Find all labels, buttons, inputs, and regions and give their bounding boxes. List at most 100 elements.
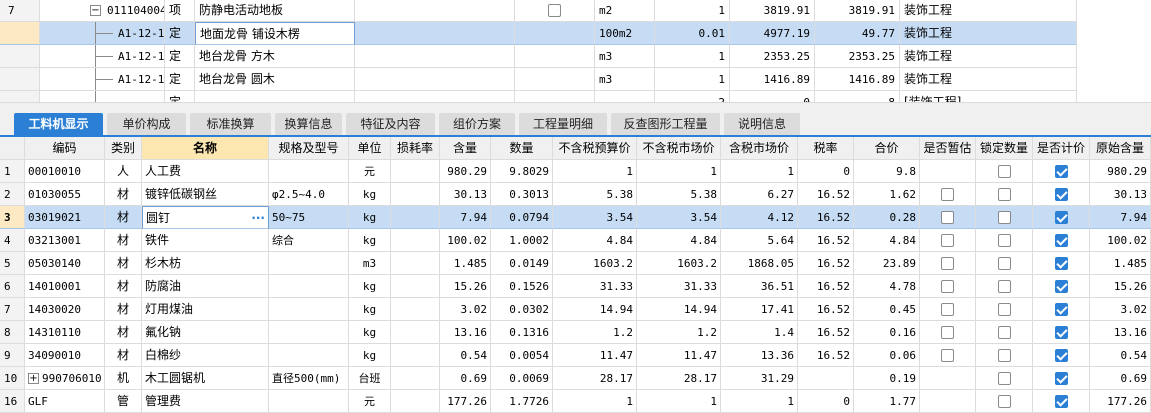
item-type[interactable]: 定 <box>165 45 195 68</box>
is-priced[interactable] <box>1033 183 1090 206</box>
tab-standard-conversion[interactable]: 标准换算 <box>190 113 271 135</box>
content-amount[interactable]: 980.29 <box>440 160 491 183</box>
item-unit-price[interactable]: 3819.91 <box>730 0 815 22</box>
item-flag[interactable] <box>515 22 595 45</box>
tax-market-price[interactable]: 1.4 <box>721 321 798 344</box>
row-index[interactable]: 2 <box>0 183 25 206</box>
is-provisional[interactable] <box>920 390 976 413</box>
pre-tax-market-price[interactable]: 31.33 <box>637 275 721 298</box>
total-price[interactable]: 4.78 <box>854 275 920 298</box>
tax-rate[interactable]: 16.52 <box>798 206 854 229</box>
pre-tax-budget-price[interactable]: 14.94 <box>553 298 637 321</box>
resource-type[interactable]: 人 <box>105 160 142 183</box>
column-header-resource-code[interactable]: 编码 <box>25 137 105 160</box>
horizontal-scrollbar[interactable] <box>0 102 1151 110</box>
quantity[interactable]: 0.1316 <box>491 321 553 344</box>
lock-quantity-checkbox[interactable] <box>997 257 1011 270</box>
original-content[interactable]: 980.29 <box>1090 160 1151 183</box>
item-total[interactable]: 1416.89 <box>815 68 900 91</box>
column-header-pre-tax-market-price[interactable]: 不含税市场价 <box>637 137 721 160</box>
pre-tax-budget-price[interactable]: 1.2 <box>553 321 637 344</box>
is-priced-checkbox[interactable] <box>1054 165 1068 178</box>
resource-unit[interactable]: 台班 <box>349 367 391 390</box>
lock-quantity-checkbox[interactable] <box>997 211 1011 224</box>
item-category[interactable]: 装饰工程 <box>900 0 1077 22</box>
content-amount[interactable]: 1.485 <box>440 252 491 275</box>
item-type[interactable]: 定 <box>165 68 195 91</box>
collapse-toggle-icon[interactable]: − <box>90 5 101 16</box>
tab-labor-material-machine[interactable]: 工料机显示 <box>14 113 103 135</box>
resource-unit[interactable]: 元 <box>349 160 391 183</box>
resource-name[interactable]: 灯用煤油 <box>142 298 269 321</box>
tax-rate[interactable]: 16.52 <box>798 183 854 206</box>
resource-code[interactable]: GLF <box>25 390 105 413</box>
resource-spec[interactable]: 直径500(mm) <box>269 367 349 390</box>
item-unit-price[interactable]: 4977.19 <box>730 22 815 45</box>
pre-tax-market-price[interactable]: 1 <box>637 390 721 413</box>
item-type[interactable]: 项 <box>165 0 195 22</box>
resource-code[interactable]: 05030140 <box>25 252 105 275</box>
resource-unit[interactable]: kg <box>349 298 391 321</box>
is-priced-checkbox[interactable] <box>1054 188 1068 201</box>
resource-code[interactable]: 14010001 <box>25 275 105 298</box>
is-provisional[interactable] <box>920 275 976 298</box>
resource-code[interactable]: 34090010 <box>25 344 105 367</box>
quantity[interactable]: 0.1526 <box>491 275 553 298</box>
resource-name[interactable]: 铁件 <box>142 229 269 252</box>
column-header-tax-market-price[interactable]: 含税市场价 <box>721 137 798 160</box>
is-priced-checkbox[interactable] <box>1054 372 1068 385</box>
column-header-quantity[interactable]: 数量 <box>491 137 553 160</box>
total-price[interactable]: 1.62 <box>854 183 920 206</box>
quantity[interactable]: 0.3013 <box>491 183 553 206</box>
tax-market-price[interactable]: 6.27 <box>721 183 798 206</box>
tax-rate[interactable]: 16.52 <box>798 229 854 252</box>
item-unit[interactable]: m3 <box>595 45 655 68</box>
original-content[interactable]: 30.13 <box>1090 183 1151 206</box>
total-price[interactable]: 9.8 <box>854 160 920 183</box>
item-code[interactable]: A1-12-138 <box>40 68 165 91</box>
row-number[interactable] <box>0 45 40 68</box>
resource-code[interactable]: 01030055 <box>25 183 105 206</box>
tax-rate[interactable]: 16.52 <box>798 321 854 344</box>
resource-spec[interactable] <box>269 390 349 413</box>
item-type[interactable]: 定 <box>165 22 195 45</box>
item-category[interactable]: 装饰工程 <box>900 22 1077 45</box>
item-total[interactable]: 3819.91 <box>815 0 900 22</box>
total-price[interactable]: 0.19 <box>854 367 920 390</box>
content-amount[interactable]: 30.13 <box>440 183 491 206</box>
original-content[interactable]: 0.69 <box>1090 367 1151 390</box>
is-priced[interactable] <box>1033 298 1090 321</box>
item-spec[interactable] <box>355 45 515 68</box>
item-name[interactable]: 防静电活动地板 <box>195 0 355 22</box>
column-header-pre-tax-budget-price[interactable]: 不含税预算价 <box>553 137 637 160</box>
lock-quantity-checkbox[interactable] <box>997 372 1011 385</box>
resource-row[interactable]: 8 14310110 材 氟化钠 kg 13.16 0.1316 1.2 1.2 1.4 16.52… <box>0 321 1151 344</box>
resource-name[interactable]: 管理费 <box>142 390 269 413</box>
quantity[interactable]: 9.8029 <box>491 160 553 183</box>
column-header-lock-quantity[interactable]: 锁定数量 <box>976 137 1033 160</box>
row-index[interactable]: 16 <box>0 390 25 413</box>
lock-quantity[interactable] <box>976 298 1033 321</box>
tax-market-price[interactable]: 17.41 <box>721 298 798 321</box>
resource-type[interactable]: 材 <box>105 183 142 206</box>
original-content[interactable]: 15.26 <box>1090 275 1151 298</box>
total-price[interactable]: 1.77 <box>854 390 920 413</box>
upper-table-row[interactable]: 定 208 [装饰工程] <box>0 91 1077 102</box>
item-total[interactable]: 8 <box>815 91 900 102</box>
lock-quantity[interactable] <box>976 344 1033 367</box>
resource-row[interactable]: 4 03213001 材 铁件 综合 kg 100.02 1.0002 4.84 4.84 5.64… <box>0 229 1151 252</box>
tab-description[interactable]: 说明信息 <box>724 113 800 135</box>
item-spec[interactable] <box>355 0 515 22</box>
item-checkbox[interactable] <box>548 4 561 17</box>
is-priced-checkbox[interactable] <box>1054 349 1068 362</box>
lock-quantity[interactable] <box>976 321 1033 344</box>
resource-spec[interactable] <box>269 344 349 367</box>
is-priced-checkbox[interactable] <box>1054 211 1068 224</box>
column-header-loss-rate[interactable]: 损耗率 <box>391 137 440 160</box>
is-priced[interactable] <box>1033 390 1090 413</box>
item-total[interactable]: 49.77 <box>815 22 900 45</box>
is-provisional-checkbox[interactable] <box>941 303 954 316</box>
is-provisional[interactable] <box>920 344 976 367</box>
original-content[interactable]: 1.485 <box>1090 252 1151 275</box>
is-priced[interactable] <box>1033 160 1090 183</box>
